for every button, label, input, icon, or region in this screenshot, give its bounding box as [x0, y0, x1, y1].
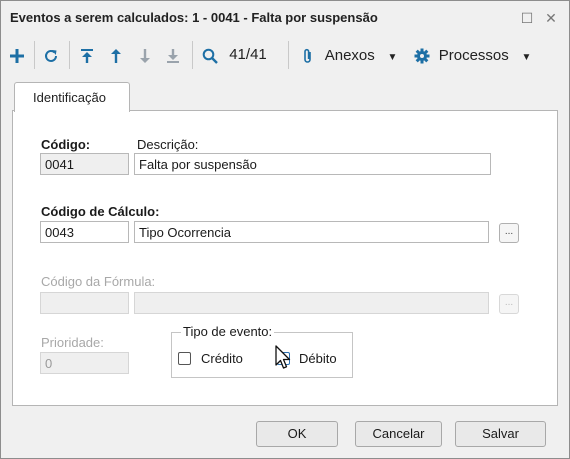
descricao-field[interactable]: Falta por suspensão — [134, 153, 491, 175]
tab-identificacao[interactable]: Identificação — [14, 82, 130, 112]
toolbar-separator — [34, 41, 35, 69]
codigo-calculo-lookup-button[interactable]: ... — [499, 223, 519, 243]
search-button[interactable] — [200, 43, 220, 67]
attachments-label: Anexos — [324, 47, 375, 64]
codigo-calculo-description: Tipo Ocorrencia — [134, 221, 489, 243]
tipo-evento-label: Tipo de evento: — [181, 324, 275, 339]
codigo-calculo-label: Código de Cálculo: — [41, 204, 160, 219]
refresh-button[interactable] — [41, 43, 61, 67]
codigo-label: Código: — [41, 137, 91, 152]
toolbar: 41/41 Anexos ▼ Processos ▼ — [1, 35, 569, 75]
prioridade-field[interactable]: 0 — [40, 352, 129, 374]
first-record-icon — [81, 48, 93, 63]
codigo-field[interactable]: 0041 — [40, 153, 129, 175]
toolbar-separator — [288, 41, 289, 69]
save-button[interactable]: Salvar — [455, 421, 546, 447]
record-counter: 41/41 — [229, 46, 267, 63]
paperclip-icon — [304, 48, 311, 63]
gear-icon — [414, 48, 430, 64]
mouse-pointer-icon — [275, 345, 291, 369]
previous-record-button[interactable] — [106, 43, 126, 67]
codigo-calculo-field[interactable]: 0043 — [40, 221, 129, 243]
attachments-menu[interactable]: Anexos ▼ — [302, 43, 404, 67]
codigo-formula-description — [134, 292, 489, 314]
debito-label: Débito — [299, 351, 337, 366]
dialog-window: Eventos a serem calculados: 1 - 0041 - F… — [0, 0, 570, 459]
next-record-button[interactable] — [135, 43, 155, 67]
ok-button[interactable]: OK — [256, 421, 338, 447]
last-record-icon — [167, 48, 179, 63]
tab-label: Identificação — [33, 90, 106, 105]
codigo-formula-lookup-button[interactable]: ... — [499, 294, 519, 314]
next-record-icon — [140, 48, 150, 63]
last-record-button[interactable] — [163, 43, 183, 67]
close-button[interactable]: ✕ — [540, 7, 562, 29]
chevron-down-icon: ▼ — [387, 52, 398, 63]
codigo-formula-field[interactable] — [40, 292, 129, 314]
refresh-icon — [45, 49, 57, 62]
first-record-button[interactable] — [77, 43, 97, 67]
credito-label: Crédito — [201, 351, 243, 366]
chevron-down-icon: ▼ — [521, 52, 532, 63]
prioridade-label: Prioridade: — [41, 335, 104, 350]
maximize-button[interactable]: ☐ — [516, 7, 538, 29]
processes-menu[interactable]: Processos ▼ — [414, 43, 539, 67]
search-icon — [202, 48, 218, 64]
processes-label: Processos — [438, 47, 509, 64]
codigo-formula-label: Código da Fórmula: — [41, 274, 156, 289]
previous-record-icon — [111, 48, 121, 63]
toolbar-separator — [192, 41, 193, 69]
plus-icon — [10, 48, 24, 63]
window-title: Eventos a serem calculados: 1 - 0041 - F… — [10, 10, 378, 25]
toolbar-separator — [69, 41, 70, 69]
title-bar: Eventos a serem calculados: 1 - 0041 - F… — [1, 1, 569, 35]
credito-checkbox[interactable] — [178, 352, 191, 365]
add-record-button[interactable] — [7, 43, 27, 67]
cancel-button[interactable]: Cancelar — [355, 421, 442, 447]
descricao-label: Descrição: — [137, 137, 199, 152]
